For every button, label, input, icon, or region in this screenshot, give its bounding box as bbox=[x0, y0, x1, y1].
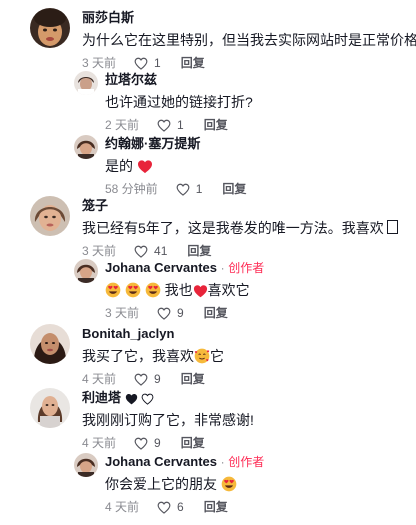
comment-author[interactable]: Bonitah_jaclyn bbox=[82, 326, 224, 342]
heart-outline-icon bbox=[176, 183, 190, 196]
comment-text-row: 是的 bbox=[105, 156, 246, 176]
comment-author[interactable]: Johana Cervantes bbox=[105, 260, 217, 275]
avatar[interactable] bbox=[74, 135, 98, 159]
comment-author[interactable]: 利迪塔 bbox=[82, 390, 121, 405]
creator-badge: 创作者 bbox=[228, 261, 265, 275]
like-count: 9 bbox=[154, 436, 161, 450]
like-button[interactable]: 1 bbox=[134, 54, 161, 72]
heart-outline-icon bbox=[134, 373, 148, 386]
separator-dot: · bbox=[220, 455, 225, 469]
reply-button[interactable]: 回复 bbox=[181, 434, 205, 452]
comment-text: 也许通过她的链接打折? bbox=[105, 94, 253, 110]
reply-button[interactable]: 回复 bbox=[204, 304, 228, 322]
heart-outline-icon bbox=[157, 501, 171, 514]
avatar[interactable] bbox=[74, 453, 98, 477]
comment-text-row: 我也 喜欢它 bbox=[105, 280, 264, 300]
comment-time: 3 天前 bbox=[82, 56, 117, 70]
avatar[interactable] bbox=[30, 324, 70, 364]
comment-text: 是的 bbox=[105, 158, 133, 174]
heart-eyes-emoji bbox=[125, 282, 141, 298]
reply-button[interactable]: 回复 bbox=[222, 180, 246, 198]
author-row: Johana Cervantes · 创作者 bbox=[105, 454, 264, 470]
heart-outline-icon bbox=[134, 245, 148, 258]
missing-glyph-icon bbox=[386, 220, 398, 234]
black-heart-emoji bbox=[125, 394, 137, 405]
comment-author[interactable]: 约翰娜·塞万提斯 bbox=[105, 136, 246, 152]
like-button[interactable]: 9 bbox=[157, 304, 184, 322]
like-button[interactable]: 6 bbox=[157, 498, 184, 516]
like-count: 1 bbox=[177, 118, 184, 132]
red-heart-emoji bbox=[137, 160, 152, 174]
avatar[interactable] bbox=[74, 259, 98, 283]
like-count: 6 bbox=[177, 500, 184, 514]
reply-button[interactable]: 回复 bbox=[204, 116, 228, 134]
like-button[interactable]: 9 bbox=[134, 370, 161, 388]
reply-button[interactable]: 回复 bbox=[181, 54, 205, 72]
like-button[interactable]: 41 bbox=[134, 242, 167, 260]
comment-author[interactable]: 拉塔尔兹 bbox=[105, 72, 253, 88]
like-button[interactable]: 9 bbox=[134, 434, 161, 452]
like-count: 9 bbox=[154, 372, 161, 386]
author-row: 利迪塔 bbox=[82, 390, 254, 406]
comment-text-row: 我已经有5年了，这是我卷发的唯一方法。我喜欢 bbox=[82, 218, 398, 238]
heart-outline-icon bbox=[134, 57, 148, 70]
red-heart-emoji bbox=[193, 285, 207, 298]
comment-text-row: 你会爱上它的朋友 bbox=[105, 474, 264, 494]
comment-text: 喜欢它 bbox=[207, 282, 250, 298]
white-heart-emoji bbox=[141, 393, 154, 405]
comment-time: 4 天前 bbox=[82, 372, 117, 386]
comment-text: 我买了它，我喜欢 bbox=[82, 348, 194, 364]
like-count: 1 bbox=[154, 56, 161, 70]
reply-button[interactable]: 回复 bbox=[187, 242, 211, 260]
comment-text: 我已经有5年了，这是我卷发的唯一方法。我喜欢 bbox=[82, 220, 384, 236]
comment-time: 4 天前 bbox=[82, 436, 117, 450]
heart-outline-icon bbox=[157, 307, 171, 320]
reply-button[interactable]: 回复 bbox=[181, 370, 205, 388]
heart-eyes-emoji bbox=[105, 282, 121, 298]
comment-text: 你会爱上它的朋友 bbox=[105, 476, 217, 492]
comment-author[interactable]: 丽莎白斯 bbox=[82, 10, 416, 26]
comment-author[interactable]: 笼子 bbox=[82, 198, 398, 214]
heart-eyes-emoji bbox=[221, 476, 237, 492]
like-button[interactable]: 1 bbox=[176, 180, 203, 198]
comment-text: 为什么它在这里特别，但当我去实际网站时是正常价格? bbox=[82, 32, 416, 48]
like-button[interactable]: 1 bbox=[157, 116, 184, 134]
avatar[interactable] bbox=[74, 71, 98, 95]
comment-time: 4 天前 bbox=[105, 500, 140, 514]
comment-time: 2 天前 bbox=[105, 118, 140, 132]
comment-text-row: 我买了它，我喜欢它 bbox=[82, 346, 224, 366]
like-count: 9 bbox=[177, 306, 184, 320]
comment-text: 它 bbox=[210, 348, 224, 364]
comment-time: 3 天前 bbox=[82, 244, 117, 258]
comment-author[interactable]: Johana Cervantes bbox=[105, 454, 217, 469]
avatar[interactable] bbox=[30, 8, 70, 48]
smiling-hearts-emoji bbox=[194, 348, 210, 364]
separator-dot: · bbox=[220, 261, 225, 275]
reply-button[interactable]: 回复 bbox=[204, 498, 228, 516]
like-count: 1 bbox=[195, 182, 203, 196]
heart-outline-icon bbox=[157, 119, 171, 132]
author-row: Johana Cervantes · 创作者 bbox=[105, 260, 264, 276]
comment-time: 3 天前 bbox=[105, 306, 140, 320]
comment-text: 我也 bbox=[164, 282, 193, 298]
like-count: 41 bbox=[154, 244, 168, 258]
comment-time: 58 分钟前 bbox=[105, 182, 158, 196]
avatar[interactable] bbox=[30, 388, 70, 428]
avatar[interactable] bbox=[30, 196, 70, 236]
comment-text: 我刚刚订购了它，非常感谢! bbox=[82, 412, 254, 428]
heart-outline-icon bbox=[134, 437, 148, 450]
heart-eyes-emoji bbox=[145, 282, 161, 298]
creator-badge: 创作者 bbox=[228, 455, 265, 469]
